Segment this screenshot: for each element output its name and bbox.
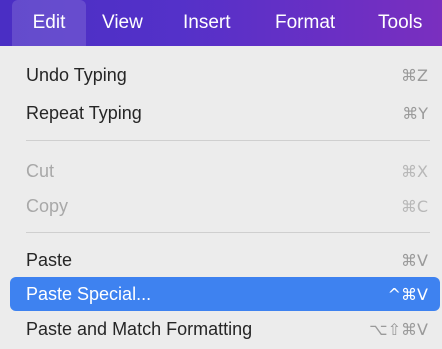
menu-item-label: Copy <box>26 195 69 216</box>
shortcut-label: ^⌘V <box>387 284 428 304</box>
shortcut-label: ⌥⇧⌘V <box>369 319 428 339</box>
menu-item-label: Paste and Match Formatting <box>26 318 253 339</box>
menu-item-label: Cut <box>26 160 55 181</box>
menu-separator <box>26 232 430 233</box>
menu-item-copy: Copy ⌘C <box>10 189 440 223</box>
menu-separator <box>26 140 430 141</box>
shortcut-label: ⌘X <box>401 161 428 181</box>
menu-item-label: Undo Typing <box>26 64 127 85</box>
menubar-item-tools[interactable]: Tools <box>378 0 422 46</box>
menubar-item-insert[interactable]: Insert <box>183 0 231 46</box>
shortcut-label: ⌘C <box>400 196 428 216</box>
menubar-item-format[interactable]: Format <box>275 0 335 46</box>
menu-item-paste-special[interactable]: Paste Special... ^⌘V <box>10 277 440 311</box>
shortcut-label: ⌘V <box>401 250 428 270</box>
menu-item-paste[interactable]: Paste ⌘V <box>10 243 440 277</box>
menubar-item-view[interactable]: View <box>102 0 143 46</box>
menu-item-label: Paste <box>26 249 73 270</box>
shortcut-label: ⌘Y <box>402 103 428 123</box>
menu-item-label: Paste Special... <box>26 283 152 304</box>
menu-item-undo-typing[interactable]: Undo Typing ⌘Z <box>10 58 440 92</box>
menubar-item-edit[interactable]: Edit <box>12 0 86 46</box>
menu-item-cut: Cut ⌘X <box>10 154 440 188</box>
edit-menu-dropdown: Undo Typing ⌘Z Repeat Typing ⌘Y Cut ⌘X C… <box>0 46 442 349</box>
menu-item-paste-and-match-formatting[interactable]: Paste and Match Formatting ⌥⇧⌘V <box>10 312 440 346</box>
menu-item-label: Repeat Typing <box>26 102 142 123</box>
menu-bar: Edit View Insert Format Tools <box>0 0 442 46</box>
shortcut-label: ⌘Z <box>401 65 428 85</box>
menu-item-repeat-typing[interactable]: Repeat Typing ⌘Y <box>10 96 440 130</box>
